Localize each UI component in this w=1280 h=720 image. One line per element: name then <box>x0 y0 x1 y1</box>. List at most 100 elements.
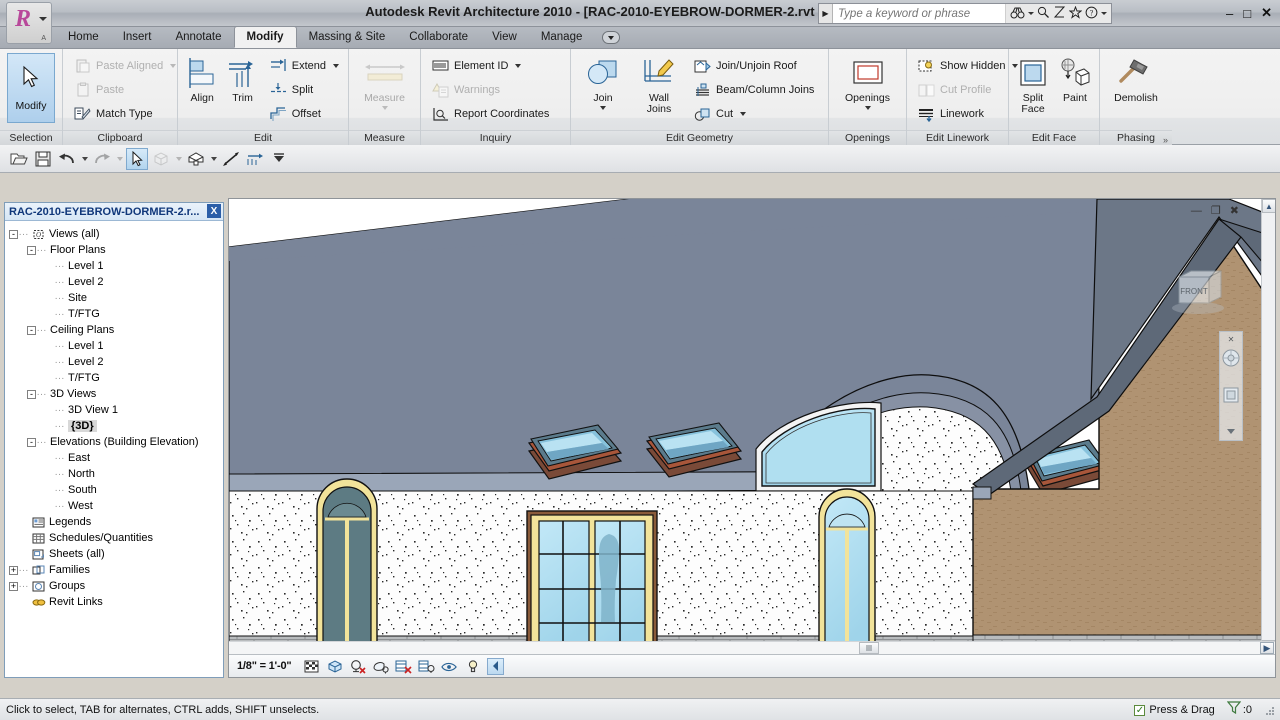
open-icon[interactable] <box>8 148 30 170</box>
maximize-button[interactable]: □ <box>1243 6 1251 21</box>
tab-insert[interactable]: Insert <box>111 27 164 48</box>
modify-button[interactable]: Modify <box>7 53 55 123</box>
detail-level-icon[interactable] <box>303 658 320 675</box>
browser-node-label[interactable]: Level 2 <box>68 356 103 368</box>
browser-tree-node[interactable]: ··· West <box>9 498 223 514</box>
expand-view-controls-icon[interactable] <box>487 657 505 675</box>
chevron-down-icon[interactable] <box>170 64 177 68</box>
navigation-bar[interactable]: ✕ <box>1219 331 1243 441</box>
cut-button[interactable]: Cut <box>691 102 819 126</box>
trim-button[interactable]: Trim <box>222 52 262 104</box>
browser-tree-node[interactable]: ··· Level 2 <box>9 274 223 290</box>
model-graphics-style-icon[interactable] <box>326 658 343 675</box>
browser-tree-node[interactable]: ··· Site <box>9 290 223 306</box>
reveal-hidden-elements-icon[interactable] <box>464 658 481 675</box>
resize-grip[interactable] <box>1264 704 1276 716</box>
info-center-search[interactable]: ▶ ? <box>818 3 1112 24</box>
openings-button[interactable]: Openings <box>833 52 902 110</box>
browser-node-label[interactable]: South <box>68 484 97 496</box>
measure-icon[interactable] <box>220 148 242 170</box>
shadows-off-icon[interactable] <box>349 658 366 675</box>
view-cube[interactable]: FRONT <box>1165 261 1235 323</box>
browser-node-label[interactable]: Views (all) <box>49 228 100 240</box>
paste-button[interactable]: Paste <box>71 78 181 102</box>
split-face-button[interactable]: Split Face <box>1013 52 1053 115</box>
search-expand-arrow[interactable]: ▶ <box>819 4 833 23</box>
tree-expand-toggle[interactable]: + <box>9 565 18 575</box>
browser-node-label[interactable]: Sheets (all) <box>49 548 105 560</box>
extend-button[interactable]: Extend <box>267 54 344 78</box>
browser-tree-node[interactable]: ··· T/FTG <box>9 370 223 386</box>
browser-node-label[interactable]: Floor Plans <box>50 244 106 256</box>
split-button[interactable]: Split <box>267 78 344 102</box>
browser-node-label[interactable]: {3D} <box>68 420 97 432</box>
tab-modify[interactable]: Modify <box>233 26 297 48</box>
browser-node-label[interactable]: East <box>68 452 90 464</box>
show-crop-region-icon[interactable] <box>418 658 435 675</box>
view-vertical-scrollbar[interactable]: ▲ ▼ <box>1261 199 1275 654</box>
browser-node-label[interactable]: T/FTG <box>68 372 100 384</box>
browser-tree-node[interactable]: ··· North <box>9 466 223 482</box>
browser-node-label[interactable]: Elevations (Building Elevation) <box>50 436 199 448</box>
report-coordinates-button[interactable]: Report Coordinates <box>429 102 554 126</box>
linework-button[interactable]: Linework <box>915 102 1023 126</box>
cut-profile-button[interactable]: Cut Profile <box>915 78 1023 102</box>
tree-expand-toggle[interactable]: + <box>9 581 18 591</box>
chevron-down-icon[interactable] <box>381 106 388 110</box>
close-icon[interactable]: ✕ <box>1228 335 1235 344</box>
redo-dropdown-caret[interactable] <box>115 148 124 170</box>
browser-tree-node[interactable]: + ··· Groups <box>9 578 223 594</box>
view-scale-label[interactable]: 1/8" = 1'-0" <box>237 660 292 672</box>
browser-tree-node[interactable]: - ··· Elevations (Building Elevation) <box>9 434 223 450</box>
tree-collapse-toggle[interactable]: - <box>9 229 18 239</box>
temporary-hide-isolate-icon[interactable] <box>441 658 458 675</box>
browser-tree-node[interactable]: - ··· Ceiling Plans <box>9 322 223 338</box>
browser-tree-node[interactable]: ··· East <box>9 450 223 466</box>
tab-annotate[interactable]: Annotate <box>163 27 233 48</box>
undo-icon[interactable] <box>56 148 78 170</box>
browser-node-label[interactable]: 3D Views <box>50 388 96 400</box>
scroll-right-button[interactable]: ▶ <box>1260 642 1274 654</box>
paste-aligned-button[interactable]: Paste Aligned <box>71 54 181 78</box>
scroll-up-button[interactable]: ▲ <box>1262 199 1275 213</box>
selection-filter[interactable]: :0 <box>1226 701 1252 719</box>
search-dropdown-caret[interactable] <box>1028 12 1034 15</box>
chevron-down-icon[interactable] <box>39 17 47 21</box>
help-icon[interactable]: ? <box>1085 6 1098 21</box>
paint-button[interactable]: Paint <box>1055 52 1095 104</box>
match-type-button[interactable]: Match Type <box>71 102 181 126</box>
view-close-button[interactable]: ✖ <box>1230 204 1239 217</box>
project-browser-close-button[interactable]: X <box>207 204 221 218</box>
chevron-down-icon[interactable] <box>740 112 747 116</box>
aligned-dimension-icon[interactable] <box>244 148 266 170</box>
browser-node-label[interactable]: 3D View 1 <box>68 404 118 416</box>
close-button[interactable]: ✕ <box>1261 5 1272 21</box>
tab-collaborate[interactable]: Collaborate <box>397 27 480 48</box>
chevron-down-icon[interactable] <box>864 106 871 110</box>
offset-button[interactable]: Offset <box>267 102 344 126</box>
browser-node-label[interactable]: Level 2 <box>68 276 103 288</box>
favorites-icon[interactable] <box>1068 5 1083 21</box>
3d-view-canvas[interactable]: — ❐ ✖ FRONT FRONT ✕ <box>229 199 1275 654</box>
browser-node-label[interactable]: Legends <box>49 516 91 528</box>
modify-cursor-icon[interactable] <box>126 147 148 170</box>
browser-node-label[interactable]: Level 1 <box>68 260 103 272</box>
browser-tree-node[interactable]: ··· Level 1 <box>9 338 223 354</box>
browser-tree-node[interactable]: Legends <box>9 514 223 530</box>
browser-tree-node[interactable]: ··· South <box>9 482 223 498</box>
tree-collapse-toggle[interactable]: - <box>27 437 36 447</box>
beam-column-joins-button[interactable]: Beam/Column Joins <box>691 78 819 102</box>
section-box-dropdown-caret[interactable] <box>174 148 183 170</box>
press-and-drag-checkbox[interactable]: ✓ <box>1134 704 1146 716</box>
help-search-icon[interactable] <box>1037 6 1050 21</box>
browser-tree-node[interactable]: + ··· Families <box>9 562 223 578</box>
browser-tree-node[interactable]: Revit Links <box>9 594 223 610</box>
tab-manage[interactable]: Manage <box>529 27 595 48</box>
help-dropdown-caret[interactable] <box>1101 12 1107 15</box>
browser-node-label[interactable]: Schedules/Quantities <box>49 532 153 544</box>
browser-node-label[interactable]: Families <box>49 564 90 576</box>
chevron-down-icon[interactable] <box>600 106 606 110</box>
tree-collapse-toggle[interactable]: - <box>27 325 36 335</box>
warnings-button[interactable]: Warnings <box>429 78 554 102</box>
view-restore-button[interactable]: ❐ <box>1211 204 1221 217</box>
